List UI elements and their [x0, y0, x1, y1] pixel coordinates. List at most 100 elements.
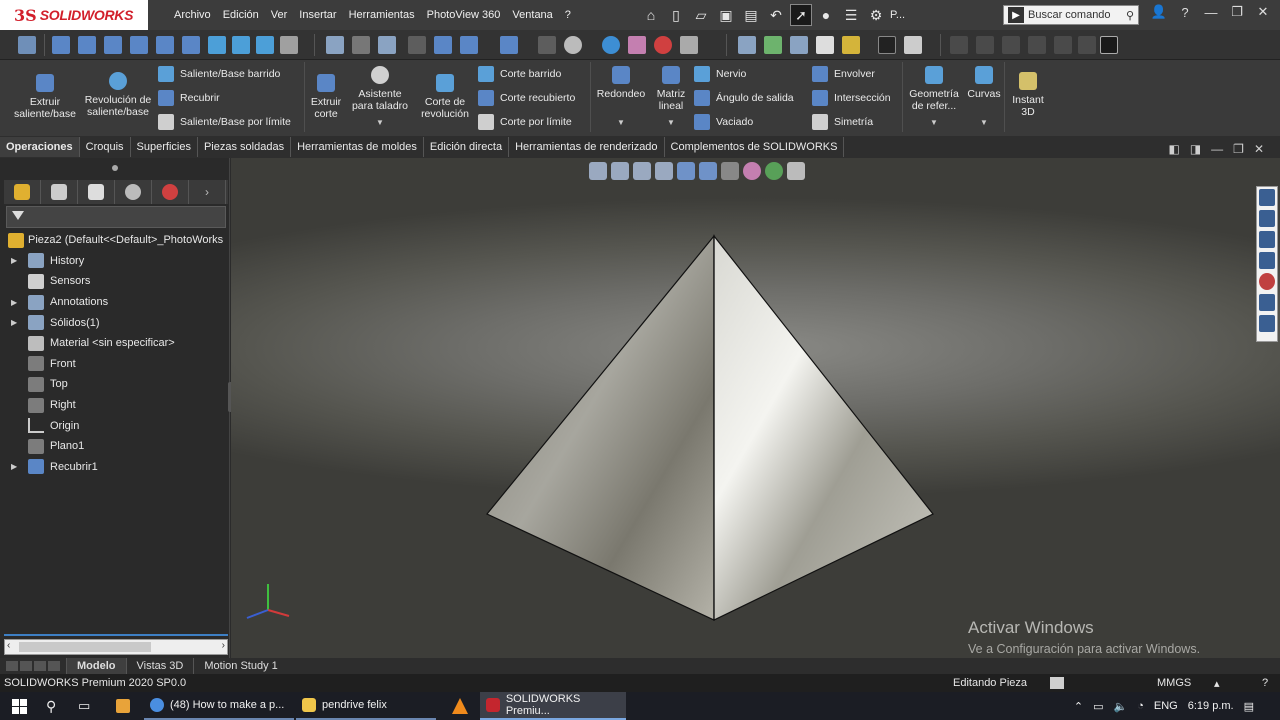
- task-pane-library-icon[interactable]: [1259, 210, 1275, 227]
- task-pane-views-icon[interactable]: [1259, 252, 1275, 269]
- scroll-thumb[interactable]: [19, 642, 151, 652]
- tab-croquis[interactable]: Croquis: [80, 137, 131, 157]
- status-units[interactable]: MMGS: [1157, 677, 1191, 689]
- status-help-icon[interactable]: ?: [1262, 677, 1268, 689]
- taskbar-folder[interactable]: pendrive felix: [296, 692, 436, 720]
- box-icon[interactable]: [500, 36, 518, 54]
- volume-icon[interactable]: 🔈: [1114, 700, 1128, 713]
- fillet-button[interactable]: Redondeo: [594, 66, 648, 100]
- task-pane-folder-icon[interactable]: [1259, 231, 1275, 248]
- save-icon[interactable]: ▣: [715, 4, 737, 26]
- linear-pattern-button[interactable]: Matriz lineal: [652, 66, 690, 112]
- options-gear-icon[interactable]: ⚙: [865, 4, 887, 26]
- viewport-close-button[interactable]: ✕: [1254, 142, 1264, 156]
- scene-icon[interactable]: [654, 36, 672, 54]
- split-icon[interactable]: [904, 36, 922, 54]
- viewport-minimize-button[interactable]: —: [1211, 142, 1223, 156]
- clock[interactable]: 6:19 p.m.: [1188, 700, 1234, 712]
- task-pane-appearances-icon[interactable]: [1259, 273, 1275, 290]
- open-icon[interactable]: ▱: [690, 4, 712, 26]
- wrap-button[interactable]: Envolver: [812, 66, 875, 82]
- pyramid-left-face[interactable]: [486, 234, 715, 621]
- tab-edicion-directa[interactable]: Edición directa: [424, 137, 510, 157]
- tab-herramientas-moldes[interactable]: Herramientas de moldes: [291, 137, 424, 157]
- windows-start-icon[interactable]: [12, 699, 27, 714]
- dim-tool-5-icon[interactable]: [1054, 36, 1072, 54]
- dim-tool-4-icon[interactable]: [1028, 36, 1046, 54]
- last-tab-icon[interactable]: [48, 661, 60, 671]
- extrude-cut-button[interactable]: Extruir corte: [306, 74, 346, 120]
- tools-dim-icon[interactable]: [408, 36, 426, 54]
- viewport-restore-button[interactable]: ❐: [1233, 142, 1244, 156]
- cube-normal-icon[interactable]: [232, 36, 250, 54]
- menu-edicion[interactable]: Edición: [217, 0, 265, 30]
- new-document-icon[interactable]: ▯: [665, 4, 687, 26]
- menu-ver[interactable]: Ver: [265, 0, 294, 30]
- tree-item-plane1[interactable]: Plano1: [4, 436, 228, 457]
- pyramid-right-face[interactable]: [713, 234, 934, 621]
- keyboard-language[interactable]: ENG: [1154, 700, 1178, 712]
- expand-arrow-icon[interactable]: ▶: [11, 298, 17, 307]
- zoom-area-icon[interactable]: [352, 36, 370, 54]
- task-pane-home-icon[interactable]: [1259, 189, 1275, 206]
- scroll-right-icon[interactable]: ›: [222, 640, 225, 651]
- dim-tool-2-icon[interactable]: [976, 36, 994, 54]
- help-icon[interactable]: ?: [1174, 5, 1196, 20]
- task-view-icon[interactable]: ▭: [78, 698, 90, 714]
- dim-tool-1-icon[interactable]: [950, 36, 968, 54]
- tree-item-sensors[interactable]: Sensors: [4, 271, 228, 292]
- measure-icon[interactable]: [816, 36, 834, 54]
- display-style-icon[interactable]: [460, 36, 478, 54]
- tree-item-top-plane[interactable]: Top: [4, 374, 228, 395]
- boundary-boss-button[interactable]: Saliente/Base por límite: [158, 114, 291, 130]
- expand-arrow-icon[interactable]: ▶: [11, 318, 17, 327]
- viewport-back-icon[interactable]: ◧: [1168, 142, 1179, 156]
- feature-manager-tab[interactable]: [4, 180, 41, 204]
- units-dropdown-icon[interactable]: ▴: [1214, 677, 1220, 690]
- battery-icon[interactable]: ▭: [1093, 700, 1103, 713]
- expand-arrow-icon[interactable]: ▶: [11, 462, 17, 471]
- zoom-fit-icon[interactable]: [326, 36, 344, 54]
- print-icon[interactable]: ▤: [740, 4, 762, 26]
- restore-button[interactable]: ❐: [1226, 4, 1248, 20]
- reference-geometry-button[interactable]: Geometría de refer...: [904, 66, 964, 112]
- swept-boss-button[interactable]: Saliente/Base barrido: [158, 66, 280, 82]
- rotate-icon[interactable]: [602, 36, 620, 54]
- instant3d-button[interactable]: Instant 3D: [1006, 72, 1050, 118]
- rib-button[interactable]: Nervio: [694, 66, 746, 82]
- first-tab-icon[interactable]: [6, 661, 18, 671]
- tab-piezas-soldadas[interactable]: Piezas soldadas: [198, 137, 292, 157]
- swept-cut-button[interactable]: Corte barrido: [478, 66, 561, 82]
- search-tool-icon[interactable]: [538, 36, 556, 54]
- taskbar-app-icon[interactable]: [116, 699, 130, 713]
- photoview-icon[interactable]: [738, 36, 756, 54]
- menu-photoview[interactable]: PhotoView 360: [421, 0, 507, 30]
- extrude-boss-button[interactable]: Extruir saliente/base: [8, 74, 82, 120]
- curves-dropdown[interactable]: ▼: [980, 118, 988, 127]
- appearance-icon[interactable]: [628, 36, 646, 54]
- dim-tool-6-icon[interactable]: [1078, 36, 1096, 54]
- file-properties-icon[interactable]: ☰: [840, 4, 862, 26]
- tree-root-part[interactable]: Pieza2 (Default<<Default>_PhotoWorks: [4, 230, 228, 251]
- user-icon[interactable]: 👤: [1148, 4, 1170, 20]
- tab-herramientas-renderizado[interactable]: Herramientas de renderizado: [509, 137, 665, 157]
- dimxpert-tab[interactable]: [115, 180, 152, 204]
- tab-modelo[interactable]: Modelo: [66, 658, 126, 674]
- tree-horizontal-scrollbar[interactable]: ‹ ›: [4, 639, 228, 655]
- property-manager-tab[interactable]: [41, 180, 78, 204]
- menu-insertar[interactable]: Insertar: [293, 0, 342, 30]
- taskbar-solidworks[interactable]: SOLIDWORKS Premiu...: [480, 692, 626, 720]
- cube-right-icon[interactable]: [130, 36, 148, 54]
- tab-complementos[interactable]: Complementos de SOLIDWORKS: [665, 137, 845, 157]
- task-pane-forum-icon[interactable]: [1259, 315, 1275, 332]
- mirror-button[interactable]: Simetría: [812, 114, 873, 130]
- cube-dimetric-icon[interactable]: [208, 36, 226, 54]
- taskbar-chrome[interactable]: (48) How to make a p...: [144, 692, 294, 720]
- prev-tab-icon[interactable]: [20, 661, 32, 671]
- undo-icon[interactable]: ↶: [765, 4, 787, 26]
- tab-motion-study[interactable]: Motion Study 1: [193, 658, 287, 674]
- rebuild-icon[interactable]: [1050, 677, 1064, 689]
- dim-tool-3-icon[interactable]: [1002, 36, 1020, 54]
- scroll-left-icon[interactable]: ‹: [7, 640, 10, 651]
- search-input[interactable]: Buscar comando: [1028, 9, 1111, 21]
